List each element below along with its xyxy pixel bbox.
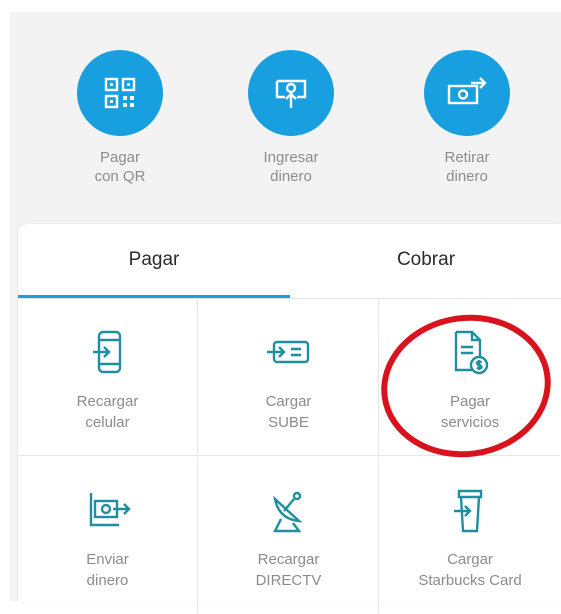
pay-with-qr-button[interactable]: Pagar con QR	[50, 50, 190, 186]
load-starbucks-tile[interactable]: Cargar Starbucks Card	[380, 457, 560, 614]
deposit-money-icon	[248, 50, 334, 136]
load-sube-tile[interactable]: Cargar SUBE	[199, 299, 379, 456]
send-money-icon	[18, 487, 197, 535]
qr-code-icon	[77, 50, 163, 136]
send-money-tile[interactable]: Enviar dinero	[18, 457, 198, 614]
withdraw-money-label: Retirar dinero	[444, 149, 490, 185]
tab-pagar[interactable]: Pagar	[18, 224, 290, 298]
load-starbucks-label: Cargar Starbucks Card	[418, 551, 522, 589]
phone-recharge-icon	[18, 329, 197, 377]
send-money-label: Enviar dinero	[86, 551, 129, 589]
transport-card-icon	[199, 329, 378, 377]
recharge-phone-tile[interactable]: Recargar celular	[18, 299, 198, 456]
satellite-dish-icon	[199, 487, 378, 535]
recharge-phone-label: Recargar celular	[76, 393, 139, 431]
deposit-money-button[interactable]: Ingresar dinero	[221, 50, 361, 186]
deposit-money-label: Ingresar dinero	[263, 149, 319, 185]
withdraw-money-button[interactable]: Retirar dinero	[397, 50, 537, 186]
tab-cobrar[interactable]: Cobrar	[290, 224, 561, 296]
coffee-cup-icon	[380, 487, 560, 535]
pay-with-qr-label: Pagar con QR	[94, 149, 146, 185]
recharge-directv-label: Recargar DIRECTV	[255, 551, 322, 589]
quick-actions: Pagar con QR Ingresar dinero Retirar din…	[10, 12, 561, 212]
recharge-directv-tile[interactable]: Recargar DIRECTV	[199, 457, 379, 614]
withdraw-money-icon	[424, 50, 510, 136]
load-sube-label: Cargar SUBE	[265, 393, 312, 431]
tab-bar: Pagar Cobrar	[18, 224, 561, 299]
